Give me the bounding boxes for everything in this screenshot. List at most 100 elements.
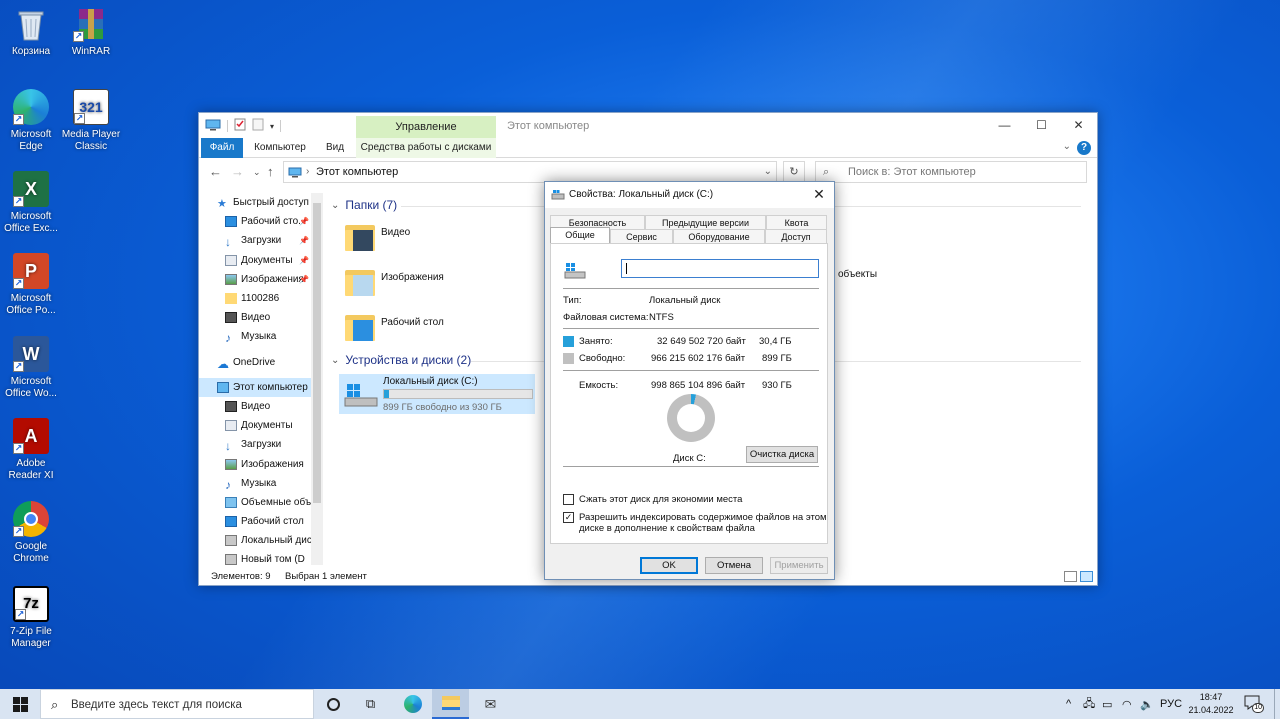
nav-item-pc-desktop[interactable]: Рабочий стол: [199, 512, 323, 531]
dialog-titlebar[interactable]: Свойства: Локальный диск (C:) ✕: [545, 182, 834, 208]
recent-locations-icon[interactable]: ⌄: [253, 167, 261, 178]
navigation-scrollbar[interactable]: [311, 193, 323, 565]
minimize-button[interactable]: —: [986, 113, 1023, 137]
folder-desktop[interactable]: Рабочий стол: [345, 311, 444, 341]
expand-ribbon-icon[interactable]: ⌄: [1063, 141, 1071, 152]
scrollbar-thumb[interactable]: [313, 203, 321, 503]
desktop-icon-adobe-reader[interactable]: A ↗ Adobe Reader XI: [0, 418, 62, 482]
nav-item-pc-music[interactable]: ♪ Музыка: [199, 474, 323, 493]
nav-item-onedrive[interactable]: ☁ OneDrive: [199, 353, 323, 372]
index-checkbox[interactable]: ✓: [563, 512, 574, 523]
tiles-view-icon[interactable]: [1080, 571, 1093, 582]
nav-item-3d-objects[interactable]: Объемные объ: [199, 493, 323, 512]
dialog-close-button[interactable]: ✕: [804, 182, 834, 206]
ok-button[interactable]: OK: [640, 557, 698, 574]
nav-item-pc-downloads[interactable]: ↓ Загрузки: [199, 435, 323, 454]
back-arrow-icon[interactable]: ←: [209, 164, 222, 179]
nav-item-quick-access[interactable]: ★ Быстрый доступ: [199, 193, 323, 212]
maximize-button[interactable]: ☐: [1023, 113, 1060, 137]
tab-previous-versions[interactable]: Предыдущие версии: [645, 215, 766, 230]
battery-icon[interactable]: ▭: [1102, 689, 1112, 719]
tab-general[interactable]: Общие: [550, 227, 610, 244]
desktop-icon-media-player[interactable]: 321 ↗ Media Player Classic: [60, 89, 122, 153]
chevron-down-icon[interactable]: ⌄: [764, 166, 772, 177]
folder-pictures[interactable]: Изображения: [345, 266, 444, 296]
wifi-icon[interactable]: ◠: [1122, 689, 1132, 719]
search-input[interactable]: ⌕ Поиск в: Этот компьютер: [815, 161, 1087, 183]
apply-button[interactable]: Применить: [770, 557, 828, 574]
nav-item-new-volume[interactable]: Новый том (D: [199, 550, 323, 565]
nav-item-pc-videos[interactable]: Видео: [199, 397, 323, 416]
help-icon[interactable]: ?: [1077, 141, 1091, 155]
network-icon[interactable]: 🖧: [1083, 689, 1095, 719]
taskbar-edge[interactable]: [394, 689, 431, 719]
start-button[interactable]: [0, 689, 40, 719]
nav-item-this-pc[interactable]: Этот компьютер: [199, 377, 323, 397]
filesystem-value: NTFS: [649, 312, 674, 323]
up-arrow-icon[interactable]: ↑: [267, 164, 274, 179]
computer-icon: [217, 381, 229, 393]
task-view-button[interactable]: ⧉: [352, 689, 389, 719]
desktop-icon-word[interactable]: W ↗ Microsoft Office Wo...: [0, 336, 62, 400]
devices-group-header[interactable]: ⌄ Устройства и диски (2): [331, 353, 1081, 367]
nav-item-pictures[interactable]: Изображения 📌: [199, 270, 323, 289]
folders-group-header[interactable]: ⌄ Папки (7): [331, 198, 1081, 212]
media-player-icon: 321 ↗: [73, 89, 109, 125]
forward-arrow-icon[interactable]: →: [231, 164, 244, 179]
language-indicator[interactable]: РУС: [1160, 689, 1182, 719]
tab-computer[interactable]: Компьютер: [249, 138, 311, 158]
taskbar-search-input[interactable]: ⌕ Введите здесь текст для поиска: [40, 689, 314, 719]
desktop-icon: [225, 216, 237, 228]
address-bar[interactable]: › Этот компьютер ⌄: [283, 161, 777, 183]
drive-local-disk-c[interactable]: Локальный диск (C:) 899 ГБ свободно из 9…: [339, 374, 535, 414]
taskbar-file-explorer[interactable]: [432, 689, 469, 719]
compress-checkbox[interactable]: [563, 494, 574, 505]
pictures-icon: [225, 458, 237, 470]
powerpoint-icon: P ↗: [13, 253, 49, 289]
clock[interactable]: 18:47 21.04.2022: [1186, 691, 1236, 717]
tab-tools[interactable]: Сервис: [610, 229, 673, 244]
type-label: Тип:: [563, 295, 582, 306]
drive-name-input[interactable]: [621, 259, 819, 278]
explorer-titlebar[interactable]: ▾ Управление Этот компьютер — ☐ ✕: [199, 113, 1097, 139]
cancel-button[interactable]: Отмена: [705, 557, 763, 574]
nav-item-desktop[interactable]: Рабочий сто. 📌: [199, 212, 323, 231]
nav-item-local-disk[interactable]: Локальный дис: [199, 531, 323, 550]
nav-item-videos[interactable]: Видео: [199, 308, 323, 327]
nav-item-folder-1100286[interactable]: 1100286: [199, 289, 323, 308]
new-folder-icon[interactable]: [252, 118, 264, 134]
folder-3d-objects-label[interactable]: объекты: [838, 269, 877, 280]
tab-file[interactable]: Файл: [201, 138, 243, 158]
chevron-down-icon[interactable]: ▾: [270, 122, 274, 131]
show-desktop-button[interactable]: [1274, 689, 1280, 719]
tab-disk-tools[interactable]: Средства работы с дисками: [356, 138, 496, 158]
tab-hardware[interactable]: Оборудование: [673, 229, 765, 244]
nav-item-music[interactable]: ♪ Музыка: [199, 327, 323, 346]
desktop-icon-excel[interactable]: X ↗ Microsoft Office Exc...: [0, 171, 62, 235]
tab-sharing[interactable]: Доступ: [765, 229, 827, 244]
nav-item-downloads[interactable]: ↓ Загрузки 📌: [199, 231, 323, 250]
tab-view[interactable]: Вид: [319, 138, 351, 158]
nav-item-documents[interactable]: Документы 📌: [199, 251, 323, 270]
desktop-icon-recycle-bin[interactable]: Корзина: [0, 6, 62, 58]
nav-item-pc-pictures[interactable]: Изображения: [199, 454, 323, 473]
folder-videos[interactable]: Видео: [345, 221, 410, 251]
cortana-button[interactable]: [315, 689, 352, 719]
desktop-icon-edge[interactable]: ↗ Microsoft Edge: [0, 89, 62, 153]
tab-quota[interactable]: Квота: [766, 215, 827, 230]
refresh-button[interactable]: ↻: [783, 161, 805, 183]
desktop-icon-powerpoint[interactable]: P ↗ Microsoft Office Po...: [0, 253, 62, 317]
properties-icon[interactable]: [234, 118, 246, 134]
details-view-icon[interactable]: [1064, 571, 1077, 582]
close-button[interactable]: ✕: [1060, 113, 1097, 137]
show-hidden-icons[interactable]: ^: [1066, 689, 1071, 719]
volume-icon[interactable]: 🔈: [1140, 689, 1154, 719]
taskbar-mail[interactable]: ✉: [472, 689, 509, 719]
nav-item-pc-documents[interactable]: Документы: [199, 416, 323, 435]
disk-cleanup-button[interactable]: Очистка диска: [746, 446, 818, 463]
notifications-button[interactable]: 10: [1244, 695, 1264, 713]
desktop-icon-chrome[interactable]: ↗ Google Chrome: [0, 501, 62, 565]
desktop-icon-winrar[interactable]: ↗ WinRAR: [60, 6, 122, 58]
desktop-icon-label: Microsoft Office Wo...: [5, 376, 57, 399]
desktop-icon-7zip[interactable]: 7z ↗ 7-Zip File Manager: [0, 586, 62, 650]
